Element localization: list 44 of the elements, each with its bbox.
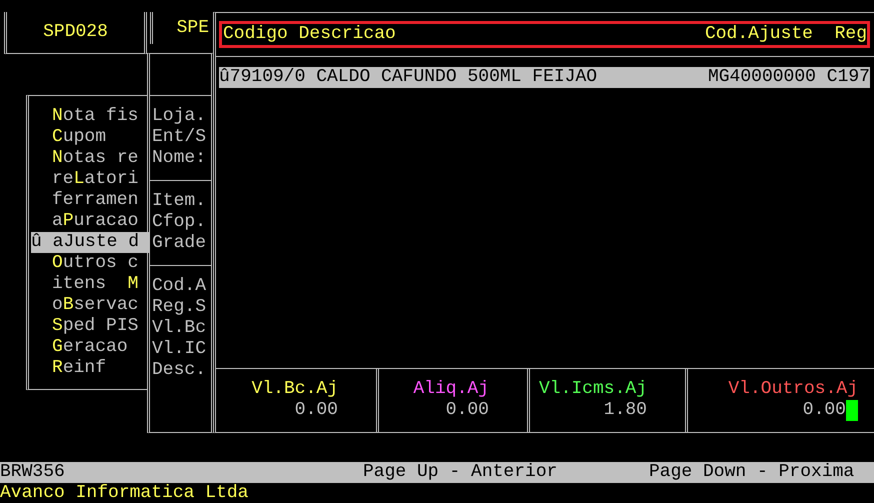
menu-item[interactable]: Nota fis (31, 106, 150, 127)
total-label: Vl.Outros.Aj (728, 379, 858, 400)
column-heading: Reg (834, 24, 867, 45)
menu-item[interactable]: ferramen (31, 190, 150, 211)
field-label: Cod.A (152, 276, 208, 297)
menu-item[interactable]: oBservac (31, 295, 150, 316)
field-label: Reg.S (152, 297, 208, 318)
field-label: Vl.Bc (152, 318, 208, 339)
program-code: SPD028 (43, 22, 108, 43)
menu-item[interactable]: Notas re (31, 148, 150, 169)
menu-item[interactable]: Outros c (31, 253, 150, 274)
total-label: Vl.Icms.Aj (538, 379, 647, 400)
total-label: Aliq.Aj (413, 379, 489, 400)
column-heading: Cod.Ajuste (704, 24, 813, 45)
field-label: Item. (152, 191, 208, 212)
menu-item[interactable]: itens M (31, 274, 150, 295)
total-value: 0.00 (294, 400, 338, 421)
field-label: Grade (152, 233, 208, 254)
field-label: Vl.IC (152, 339, 208, 360)
total-value: 0.00 (446, 400, 489, 421)
menu-item[interactable]: reLatori (31, 169, 150, 190)
menu-item[interactable]: Geracao (31, 337, 150, 358)
key-hint: Page Up - Anterior (363, 462, 558, 483)
field-label: Ent/S (152, 127, 208, 148)
program-code: BRW356 (0, 462, 66, 483)
menu-item[interactable]: Reinf (31, 358, 150, 379)
sub-panel-title: SPE (176, 18, 209, 38)
text-cursor (846, 400, 858, 421)
table-row[interactable]: û79109/0 CALDO CAFUNDO 500ML FEIJAO MG40000000 C197 (219, 67, 870, 88)
total-value: 0.00 (802, 400, 846, 421)
field-label: Loja. (152, 106, 208, 127)
total-label: Vl.Bc.Aj (252, 379, 338, 400)
total-value: 1.80 (604, 400, 647, 421)
field-label: Nome: (152, 148, 208, 169)
company-name: Avanco Informatica Ltda (0, 483, 248, 503)
field-label: Desc. (152, 360, 208, 381)
menu-item[interactable]: û aJuste d (31, 232, 150, 253)
column-heading: Descricao (298, 24, 396, 45)
column-heading: Codigo (223, 24, 288, 45)
menu-item[interactable]: aPuracao (31, 211, 150, 232)
field-label: Cfop. (152, 212, 208, 233)
menu-item[interactable]: Sped PIS (31, 316, 150, 337)
key-hint: Page Down - Proxima (649, 462, 856, 483)
menu-item[interactable]: Cupom (31, 127, 150, 148)
